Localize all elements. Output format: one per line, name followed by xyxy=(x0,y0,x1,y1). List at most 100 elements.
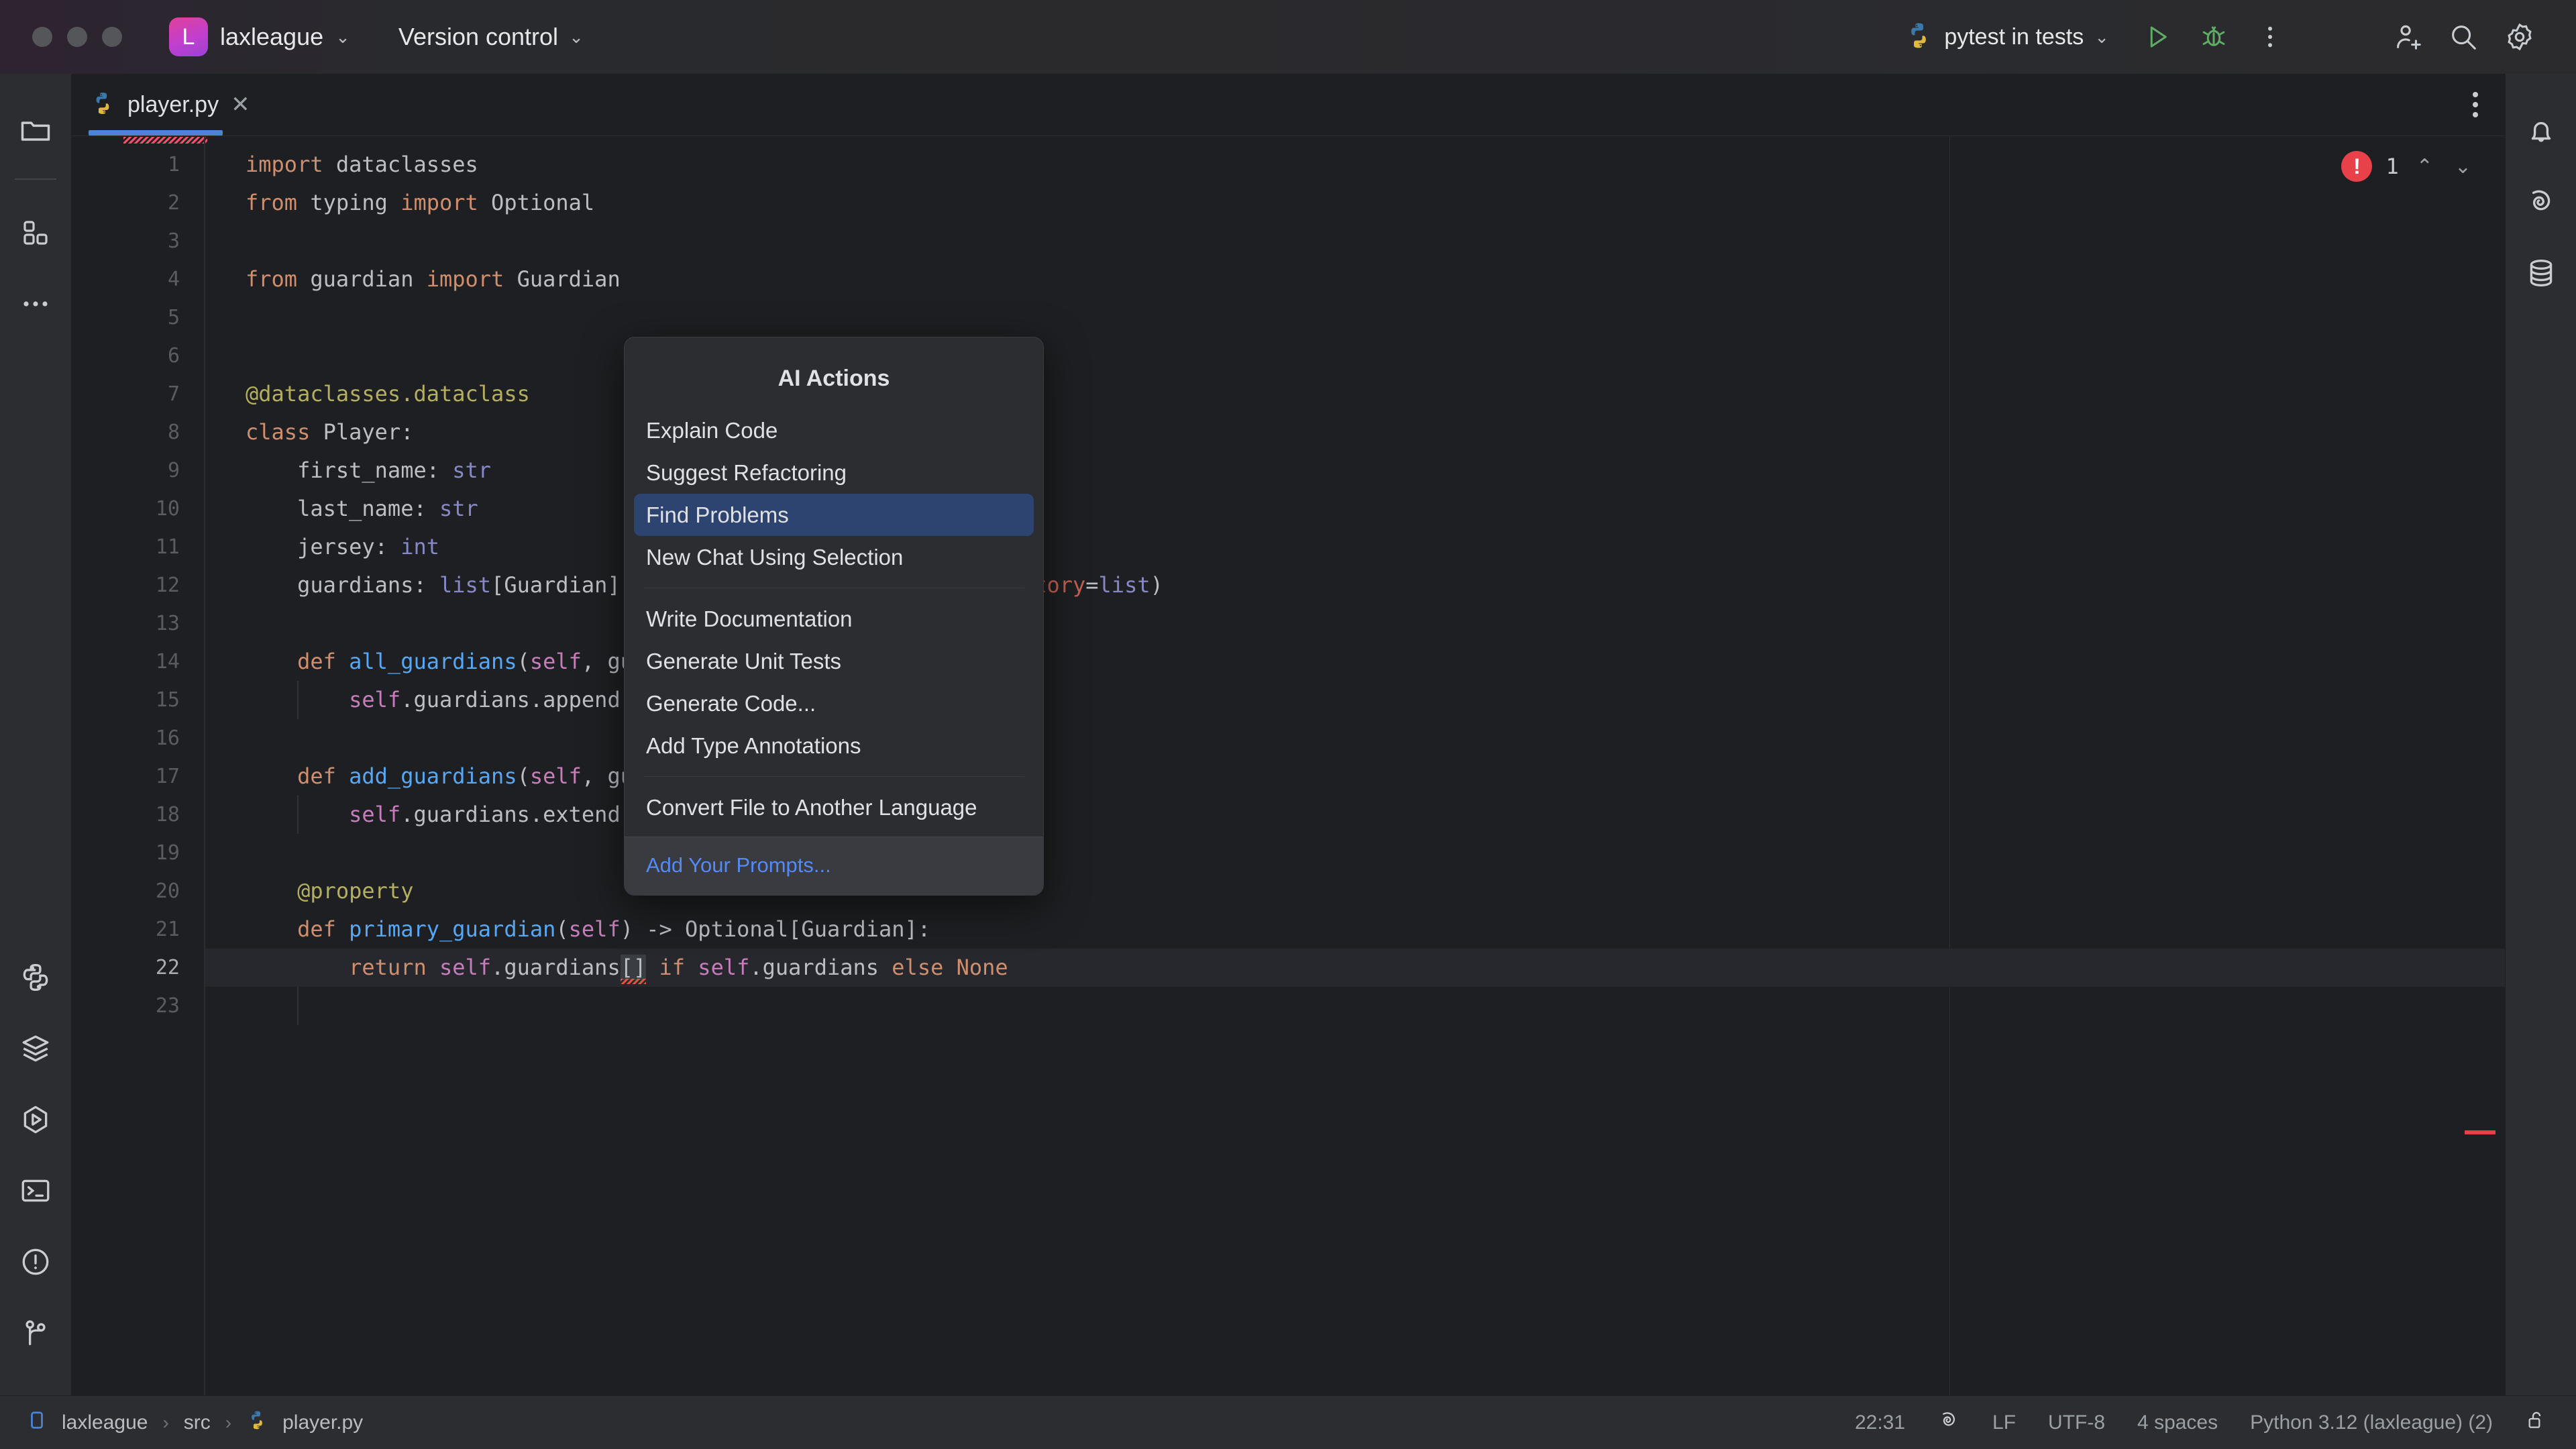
close-window-button[interactable] xyxy=(32,27,52,47)
code-token: else xyxy=(892,955,943,980)
scrollbar-error-marker[interactable] xyxy=(2465,1130,2496,1134)
code-token: jersey: xyxy=(246,534,400,559)
file-encoding[interactable]: UTF-8 xyxy=(2048,1411,2105,1434)
menu-item-generate-unit-tests[interactable]: Generate Unit Tests xyxy=(634,640,1034,682)
menu-item-label: Add Type Annotations xyxy=(646,733,861,759)
code-token: from xyxy=(246,266,297,292)
code-line[interactable]: def primary_guardian(self) -> Optional[G… xyxy=(205,910,2505,949)
code-line[interactable]: def all_guardians(self, gu xyxy=(205,643,2505,681)
next-problem-button[interactable]: ⌄ xyxy=(2451,155,2475,178)
code-token: None xyxy=(957,955,1008,980)
code-token: .guardians xyxy=(749,955,892,980)
structure-icon[interactable] xyxy=(0,197,71,268)
version-control-menu[interactable]: Version control ⌄ xyxy=(398,23,584,51)
database-icon[interactable] xyxy=(2506,237,2576,309)
run-configuration-selector[interactable]: pytest in tests ⌄ xyxy=(1904,21,2109,54)
inspection-widget[interactable]: ! 1 ⌃ ⌄ xyxy=(2341,151,2475,182)
code-line[interactable]: guardians: list[Guardian] = dataclasses.… xyxy=(205,566,2505,604)
code-line[interactable] xyxy=(205,222,2505,260)
code-token: guardians: xyxy=(246,572,439,598)
maximize-window-button[interactable] xyxy=(102,27,122,47)
breadcrumb-item-file[interactable]: player.py xyxy=(282,1411,363,1434)
breadcrumb-item-project[interactable]: laxleague xyxy=(62,1411,148,1434)
code-line[interactable]: @property xyxy=(205,872,2505,910)
line-number: 2 xyxy=(71,184,205,222)
menu-item-explain-code[interactable]: Explain Code xyxy=(634,409,1034,451)
status-bar: laxleague › src › player.py 22:31 LF UTF… xyxy=(0,1395,2576,1449)
ai-assistant-status-icon[interactable] xyxy=(1937,1409,1960,1437)
menu-item-new-chat-using-selection[interactable]: New Chat Using Selection xyxy=(634,536,1034,578)
code-token: add_guardians xyxy=(349,763,517,789)
code-line[interactable]: return self.guardians[] if self.guardian… xyxy=(205,949,2505,987)
tab-player-py[interactable]: player.py ✕ xyxy=(71,74,268,136)
settings-button[interactable] xyxy=(2491,9,2548,65)
menu-item-generate-code[interactable]: Generate Code... xyxy=(634,682,1034,724)
line-number: 14 xyxy=(71,643,205,681)
previous-problem-button[interactable]: ⌃ xyxy=(2412,155,2437,178)
code-line[interactable]: class Player: xyxy=(205,413,2505,451)
code-line[interactable] xyxy=(205,299,2505,337)
line-number: 7 xyxy=(71,375,205,413)
menu-item-suggest-refactoring[interactable]: Suggest Refactoring xyxy=(634,451,1034,494)
terminal-icon[interactable] xyxy=(0,1155,71,1226)
code-line[interactable]: import dataclasses xyxy=(205,146,2505,184)
line-number: 13 xyxy=(71,604,205,643)
menu-item-write-documentation[interactable]: Write Documentation xyxy=(634,598,1034,640)
python-console-icon[interactable] xyxy=(0,942,71,1013)
code-line[interactable] xyxy=(205,987,2505,1025)
code-token: ) xyxy=(1150,572,1163,598)
add-your-prompts-link[interactable]: Add Your Prompts... xyxy=(646,853,831,877)
code-line[interactable]: from typing import Optional xyxy=(205,184,2505,222)
ai-actions-popup[interactable]: AI Actions Explain CodeSuggest Refactori… xyxy=(624,337,1044,896)
add-user-button[interactable] xyxy=(2379,9,2435,65)
line-number: 12 xyxy=(71,566,205,604)
project-folder-icon[interactable] xyxy=(0,95,71,166)
code-line[interactable]: self.guardians.extend( xyxy=(205,796,2505,834)
line-separator[interactable]: LF xyxy=(1992,1411,2016,1434)
minimize-window-button[interactable] xyxy=(67,27,87,47)
database-layers-icon[interactable] xyxy=(0,1013,71,1084)
run-button[interactable] xyxy=(2129,9,2186,65)
more-options-button[interactable] xyxy=(2242,9,2298,65)
menu-item-find-problems[interactable]: Find Problems xyxy=(634,494,1034,536)
tab-bar-more-button[interactable] xyxy=(2473,92,2478,117)
python-interpreter[interactable]: Python 3.12 (laxleague) (2) xyxy=(2250,1411,2493,1434)
code-line[interactable]: @dataclasses.dataclass xyxy=(205,375,2505,413)
close-tab-button[interactable]: ✕ xyxy=(231,93,250,116)
indent-setting[interactable]: 4 spaces xyxy=(2137,1411,2218,1434)
code-content[interactable]: import dataclassesfrom typing import Opt… xyxy=(205,136,2505,1395)
code-line[interactable]: from guardian import Guardian xyxy=(205,260,2505,299)
code-line[interactable] xyxy=(205,337,2505,375)
git-branch-icon[interactable] xyxy=(0,1297,71,1368)
code-line[interactable]: first_name: str xyxy=(205,451,2505,490)
run-configuration-label: pytest in tests xyxy=(1944,24,2084,50)
menu-item-add-type-annotations[interactable]: Add Type Annotations xyxy=(634,724,1034,767)
breadcrumb[interactable]: laxleague › src › player.py xyxy=(27,1409,363,1436)
more-tool-windows-icon[interactable] xyxy=(0,268,71,339)
code-token: @property xyxy=(297,878,413,904)
menu-separator xyxy=(643,776,1024,777)
code-line[interactable] xyxy=(205,719,2505,757)
project-selector[interactable]: L laxleague ⌄ xyxy=(164,13,360,60)
code-line[interactable]: self.guardians.append( xyxy=(205,681,2505,719)
code-line[interactable] xyxy=(205,604,2505,643)
code-token: ( xyxy=(517,763,530,789)
menu-item-convert-file-to-another-language[interactable]: Convert File to Another Language xyxy=(634,786,1034,828)
debug-button[interactable] xyxy=(2186,9,2242,65)
ai-assistant-icon[interactable] xyxy=(2506,166,2576,237)
window-controls[interactable] xyxy=(32,27,122,47)
unlocked-icon[interactable] xyxy=(2525,1409,2546,1436)
code-token: dataclasses xyxy=(323,152,478,177)
code-line[interactable]: last_name: str xyxy=(205,490,2505,528)
code-editor[interactable]: 1234567891011121314151617181920212223 im… xyxy=(71,136,2505,1395)
search-button[interactable] xyxy=(2435,9,2491,65)
run-tool-icon[interactable] xyxy=(0,1084,71,1155)
problems-icon[interactable] xyxy=(0,1226,71,1297)
breadcrumb-item-folder[interactable]: src xyxy=(184,1411,211,1434)
code-line[interactable]: def add_guardians(self, gu xyxy=(205,757,2505,796)
caret-position[interactable]: 22:31 xyxy=(1855,1411,1905,1434)
code-line[interactable]: jersey: int xyxy=(205,528,2505,566)
python-icon xyxy=(1904,21,1933,54)
notifications-bell-icon[interactable] xyxy=(2506,95,2576,166)
code-line[interactable] xyxy=(205,834,2505,872)
